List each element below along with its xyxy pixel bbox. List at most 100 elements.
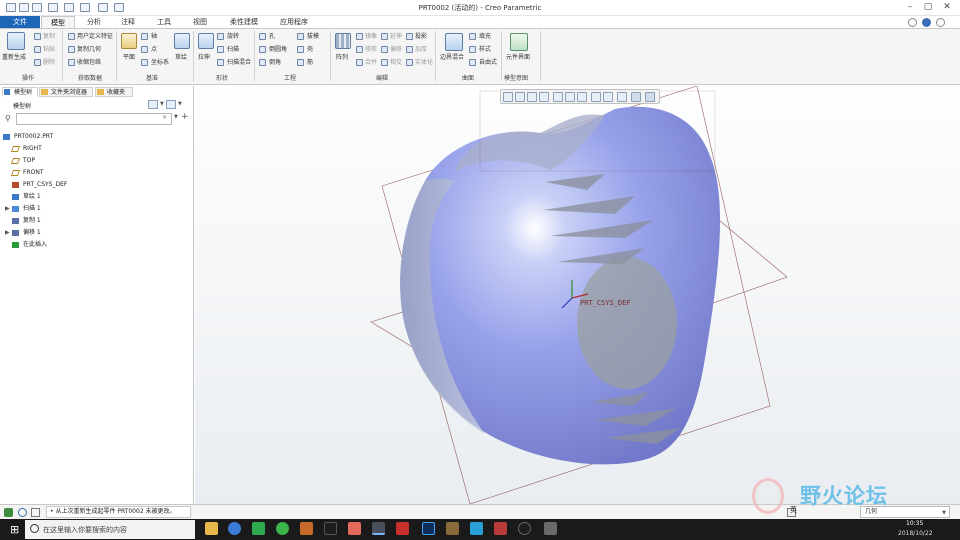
sketch-button[interactable]: 草绘 [175, 54, 187, 62]
swept-blend-button[interactable]: 扫描混合 [227, 59, 251, 67]
copy-button[interactable]: 复制 [43, 33, 55, 41]
close-button[interactable]: ✕ [940, 2, 954, 13]
refit-icon[interactable] [503, 92, 513, 102]
extrude-icon[interactable] [198, 33, 214, 49]
sketch-icon[interactable] [174, 33, 190, 49]
copy-geometry-button[interactable]: 复制几何 [77, 46, 101, 54]
shell-button[interactable]: 壳 [307, 46, 313, 54]
help-icon[interactable] [922, 18, 931, 27]
mirror-button[interactable]: 镜像 [365, 33, 377, 41]
delete-button[interactable]: 删除 [43, 59, 55, 67]
revolve-button[interactable]: 旋转 [227, 33, 239, 41]
windows-start-icon[interactable]: ⊞ [10, 524, 19, 535]
layout-icon[interactable] [4, 508, 13, 517]
annotation-display-icon[interactable] [631, 92, 641, 102]
maximize-button[interactable]: ▢ [921, 2, 935, 13]
chevron-down-icon[interactable]: ▼ [178, 101, 182, 107]
zoom-out-icon[interactable] [527, 92, 537, 102]
trim-button[interactable]: 修剪 [365, 46, 377, 54]
merge-button[interactable]: 合并 [365, 59, 377, 67]
group-model-intent[interactable]: 模型意图 [504, 73, 528, 82]
tree-item[interactable]: 复制 1 [0, 215, 190, 227]
tree-item[interactable]: 在此插入 [0, 239, 190, 251]
tree-item[interactable]: 草绘 1 [0, 191, 190, 203]
show-menu-icon[interactable] [166, 100, 176, 109]
extend-button[interactable]: 延伸 [390, 33, 402, 41]
expand-arrow-icon[interactable]: ▶ [5, 227, 10, 239]
tab-file[interactable]: 文件 [0, 16, 40, 28]
app-circle-icon[interactable] [518, 522, 531, 535]
intersect-button[interactable]: 相交 [390, 59, 402, 67]
paste-button[interactable]: 粘贴 [43, 46, 55, 54]
datum-display-filter-icon[interactable] [617, 92, 627, 102]
view-manager-icon[interactable] [577, 92, 587, 102]
tab-annotate[interactable]: 注释 [112, 16, 144, 28]
tree-item[interactable]: FRONT [0, 167, 190, 179]
browser-icon[interactable] [18, 508, 27, 517]
extrude-button[interactable]: 拉伸 [198, 54, 210, 62]
zoom-in-icon[interactable] [515, 92, 525, 102]
group-operations[interactable]: 操作 [22, 73, 34, 82]
app-gray-icon[interactable] [544, 522, 557, 535]
chevron-down-icon[interactable]: ▼ [174, 114, 178, 120]
browser-app-icon[interactable] [228, 522, 241, 535]
chevron-down-icon[interactable]: ▼ [160, 101, 164, 107]
graphics-window[interactable]: PRT_CSYS_DEF [195, 86, 960, 504]
regenerate-icon[interactable] [7, 32, 25, 50]
group-editing[interactable]: 编辑 [376, 73, 388, 82]
part-hole[interactable] [577, 257, 677, 389]
freestyle-button[interactable]: 自由式 [479, 59, 497, 67]
chevron-down-icon[interactable]: ▼ [942, 508, 946, 518]
filter-icon[interactable]: ⚲ [5, 114, 11, 123]
display-style-icon[interactable] [553, 92, 563, 102]
draft-button[interactable]: 拔模 [307, 33, 319, 41]
round-button[interactable]: 倒圆角 [269, 46, 287, 54]
axis-button[interactable]: 轴 [151, 33, 157, 41]
component-interface-icon[interactable] [510, 33, 528, 51]
plane-button[interactable]: 平面 [123, 54, 135, 62]
tab-tools[interactable]: 工具 [148, 16, 180, 28]
group-get-data[interactable]: 获取数据 [78, 73, 102, 82]
tab-model[interactable]: 模型 [41, 16, 75, 28]
datum-plane-icon[interactable] [121, 33, 137, 49]
repaint-icon[interactable] [539, 92, 549, 102]
udf-button[interactable]: 用户定义特征 [77, 33, 113, 41]
tab-analysis[interactable]: 分析 [78, 16, 110, 28]
project-button[interactable]: 投影 [415, 33, 427, 41]
add-column-icon[interactable]: + [181, 112, 189, 122]
settings-icon[interactable] [936, 18, 945, 27]
tree-item[interactable]: ▶ 扫描 1 [0, 203, 190, 215]
pdf-app-icon[interactable] [396, 522, 409, 535]
saved-orientations-icon[interactable] [565, 92, 575, 102]
tab-applications[interactable]: 应用程序 [272, 16, 316, 28]
shrinkwrap-button[interactable]: 收缩包络 [77, 59, 101, 67]
regenerate-button[interactable]: 重新生成 [2, 54, 26, 62]
tree-item[interactable]: PRT_CSYS_DEF [0, 179, 190, 191]
hole-button[interactable]: 孔 [269, 33, 275, 41]
sweep-button[interactable]: 扫描 [227, 46, 239, 54]
app-dark-icon[interactable] [324, 522, 337, 535]
minimize-button[interactable]: – [903, 2, 917, 13]
tree-item[interactable]: TOP [0, 155, 190, 167]
perspective-icon[interactable] [591, 92, 601, 102]
tab-view[interactable]: 视图 [184, 16, 216, 28]
tree-item[interactable]: PRT0002.PRT [0, 131, 190, 143]
tree-item[interactable]: ▶ 偏移 1 [0, 227, 190, 239]
rib-button[interactable]: 筋 [307, 59, 313, 67]
photoshop-icon[interactable] [422, 522, 435, 535]
csys-button[interactable]: 坐标系 [151, 59, 169, 67]
app-cnki-icon[interactable] [494, 522, 507, 535]
thicken-button[interactable]: 加厚 [415, 46, 427, 54]
style-button[interactable]: 样式 [479, 46, 491, 54]
clear-search-icon[interactable]: ✕ [162, 114, 167, 121]
tab-flexible-modeling[interactable]: 柔性建模 [222, 16, 266, 28]
group-surfaces[interactable]: 曲面 [462, 73, 474, 82]
group-engineering[interactable]: 工程 [284, 73, 296, 82]
expand-arrow-icon[interactable]: ▶ [5, 203, 10, 215]
pattern-icon[interactable] [335, 33, 351, 49]
boundary-blend-icon[interactable] [445, 33, 463, 51]
group-datum[interactable]: 基准 [146, 73, 158, 82]
pattern-button[interactable]: 阵列 [336, 54, 348, 62]
taskbar-search[interactable]: 在这里输入你要搜索的内容 [25, 520, 195, 539]
app-blue-icon[interactable] [470, 522, 483, 535]
